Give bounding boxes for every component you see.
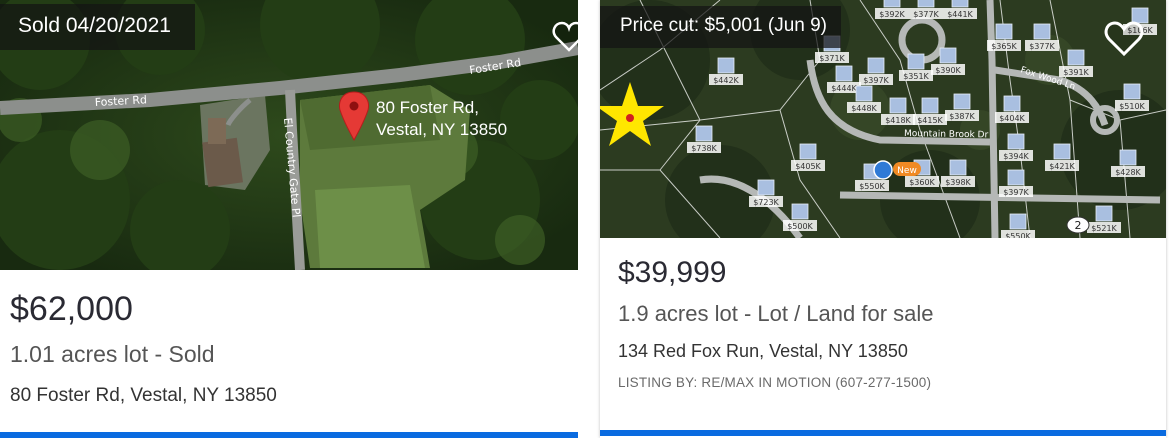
listing-address[interactable]: 80 Foster Rd, Vestal, NY 13850 — [10, 385, 277, 407]
price-marker-label: $441K — [947, 10, 973, 19]
price-marker-label: $377K — [1029, 42, 1055, 51]
cluster-marker[interactable]: 2 — [1066, 216, 1090, 234]
price-marker-label: $397K — [1003, 188, 1029, 197]
price-marker-label: $442K — [713, 76, 739, 85]
price-marker-label: $448K — [851, 104, 877, 113]
price-marker-label: $550K — [1005, 232, 1031, 238]
price-marker-label: $521K — [1091, 224, 1117, 233]
road-label-foster-1: Foster Rd — [94, 93, 147, 109]
status-badge: Sold 04/20/2021 — [0, 4, 195, 50]
price-marker-label: $371K — [819, 54, 845, 63]
price-marker-label: $428K — [1115, 168, 1141, 177]
pin-label-line2: Vestal, NY 13850 — [376, 120, 507, 139]
price-marker-label: $397K — [863, 76, 889, 85]
cluster-count: 2 — [1075, 219, 1082, 232]
card-accent-bar — [600, 430, 1166, 436]
listing-price: $39,999 — [618, 256, 727, 289]
price-marker-label: $392K — [879, 10, 905, 19]
price-marker-label: $418K — [885, 116, 911, 125]
listing-broker: LISTING BY: RE/MAX IN MOTION (607-277-15… — [618, 375, 932, 390]
price-marker-label: $365K — [991, 42, 1017, 51]
price-marker-label: $444K — [831, 84, 857, 93]
price-marker-label: $398K — [945, 178, 971, 187]
status-badge: Price cut: $5,001 (Jun 9) — [600, 6, 841, 48]
favorite-heart-icon[interactable] — [552, 20, 578, 59]
road-label-mountain-brook: Mountain Brook Dr — [904, 129, 989, 140]
listing-card-1[interactable]: Foster Rd Foster Rd El Country Gate Pl 8… — [0, 0, 578, 438]
listing-price: $62,000 — [10, 290, 133, 328]
price-marker-label: $394K — [1003, 152, 1029, 161]
favorite-heart-icon[interactable] — [1104, 20, 1144, 63]
price-marker-label: $421K — [1049, 162, 1075, 171]
price-marker-label: $510K — [1119, 102, 1145, 111]
price-marker-label: $377K — [913, 10, 939, 19]
listing-address[interactable]: 134 Red Fox Run, Vestal, NY 13850 — [618, 341, 908, 362]
price-marker-label: $390K — [935, 66, 961, 75]
price-marker-label: $723K — [753, 198, 779, 207]
card-accent-bar — [0, 432, 578, 438]
price-marker-label: $391K — [1063, 68, 1089, 77]
price-marker-label: $550K — [859, 182, 885, 191]
lot-size-status: 1.01 acres lot - Sold — [10, 341, 215, 367]
pin-label-line1: 80 Foster Rd, — [376, 98, 479, 117]
new-tag: New — [897, 166, 917, 176]
listing-card-2[interactable]: Mountain Brook Dr Fox Wood Ln $392K $377K… — [600, 0, 1166, 438]
price-marker-label: $404K — [999, 114, 1025, 123]
lot-size-status: 1.9 acres lot - Lot / Land for sale — [618, 301, 934, 326]
price-marker-label: $387K — [949, 112, 975, 121]
price-marker-label: $405K — [795, 162, 821, 171]
price-marker-label: $738K — [691, 144, 717, 153]
price-marker-label: $500K — [787, 222, 813, 231]
price-marker-label: $351K — [903, 72, 929, 81]
price-marker-label: $415K — [917, 116, 943, 125]
price-marker-label: $360K — [909, 178, 935, 187]
